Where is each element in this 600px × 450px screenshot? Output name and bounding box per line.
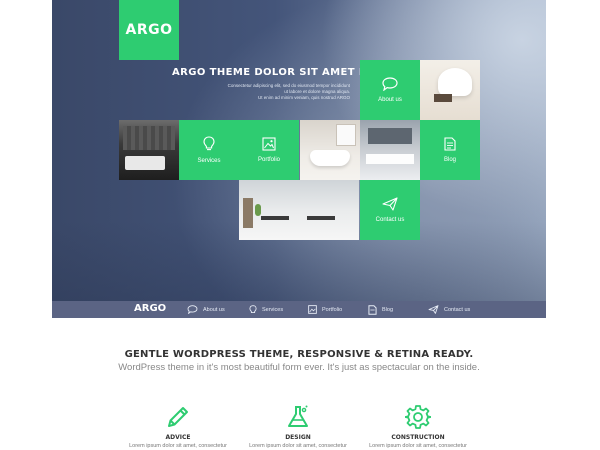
feature-construction: CONSTRUCTION Lorem ipsum dolor sit amet,… <box>368 402 468 449</box>
hero-section: ARGO ARGO THEME DOLOR SIT AMET ELASDE Co… <box>52 0 546 301</box>
paper-plane-icon <box>382 197 398 211</box>
nav-item-contact-us[interactable]: Contact us <box>428 303 470 316</box>
page: ARGO ARGO THEME DOLOR SIT AMET ELASDE Co… <box>52 0 546 450</box>
photo-tile-dining-left[interactable] <box>239 180 299 240</box>
photo-tile-dining-right[interactable] <box>299 180 359 240</box>
flask-icon <box>288 405 308 427</box>
feature-title: ADVICE <box>165 434 191 441</box>
feature-desc: Lorem ipsum dolor sit amet, consectetur <box>249 443 347 449</box>
tile-portfolio-label: Portfolio <box>257 157 280 163</box>
speech-bubble-icon <box>382 77 398 91</box>
tile-contact-us-label: Contact us <box>375 217 405 223</box>
document-icon <box>368 304 377 315</box>
nav-item-about-us[interactable]: About us <box>187 303 225 316</box>
tile-about-us-label: About us <box>378 97 402 103</box>
hero-headline: ARGO THEME DOLOR SIT AMET ELASDE <box>172 67 405 78</box>
paper-plane-icon <box>428 305 439 314</box>
hero-line: ut labore et dolore magna aliqua. <box>284 89 350 94</box>
feature-desc: Lorem ipsum dolor sit amet, consectetur <box>129 443 227 449</box>
nav-item-blog[interactable]: Blog <box>368 303 393 316</box>
tile-contact-us[interactable]: Contact us <box>360 180 420 240</box>
nav-item-label: Blog <box>382 306 394 313</box>
nav-bar: ARGO About us Services Portfolio Blog Co… <box>52 301 546 318</box>
photo-tile-kitchen[interactable] <box>360 120 420 180</box>
nav-item-label: Contact us <box>444 306 471 313</box>
logo-tile[interactable]: ARGO <box>119 0 179 60</box>
tile-blog[interactable]: Blog <box>420 120 480 180</box>
nav-item-label: Portfolio <box>322 306 343 313</box>
pencil-icon <box>168 407 188 427</box>
tile-services[interactable]: Services <box>179 120 239 180</box>
picture-icon <box>262 137 276 151</box>
nav-logo[interactable]: ARGO <box>134 303 166 314</box>
logo-text: ARGO <box>125 22 173 38</box>
photo-tile-livingroom[interactable] <box>119 120 179 180</box>
lightbulb-icon <box>249 304 257 313</box>
feature-title: CONSTRUCTION <box>391 434 445 441</box>
nav-item-label: Services <box>262 306 284 313</box>
gear-icon <box>405 405 431 429</box>
nav-item-label: About us <box>203 306 225 313</box>
photo-tile-bathroom[interactable] <box>300 120 360 180</box>
photo-tile-object[interactable] <box>420 60 480 120</box>
hero-headline-block: ARGO THEME DOLOR SIT AMET ELASDE Consect… <box>172 67 405 101</box>
picture-icon <box>308 305 317 314</box>
feature-title: DESIGN <box>285 434 311 441</box>
lightbulb-icon <box>203 136 215 151</box>
hero-line: Consectetur adipiscing elit, sed do eius… <box>227 83 350 88</box>
speech-bubble-icon <box>187 305 198 314</box>
tile-portfolio[interactable]: Portfolio <box>239 120 299 180</box>
tagline: GENTLE WORDPRESS THEME, RESPONSIVE & RET… <box>124 349 474 360</box>
nav-item-services[interactable]: Services <box>249 303 283 316</box>
tile-services-label: Services <box>197 158 221 164</box>
feature-desc: Lorem ipsum dolor sit amet, consectetur <box>369 443 467 449</box>
feature-advice: ADVICE Lorem ipsum dolor sit amet, conse… <box>128 402 228 449</box>
nav-item-portfolio[interactable]: Portfolio <box>308 303 342 316</box>
tile-about-us[interactable]: About us <box>360 60 420 120</box>
hero-line: Ut enim ad minim veniam, quis nostrud AR… <box>257 95 350 100</box>
feature-design: DESIGN Lorem ipsum dolor sit amet, conse… <box>248 402 348 449</box>
document-icon <box>444 137 456 151</box>
subtagline: WordPress theme in it's most beautiful f… <box>118 362 480 373</box>
tile-blog-label: Blog <box>443 157 456 163</box>
